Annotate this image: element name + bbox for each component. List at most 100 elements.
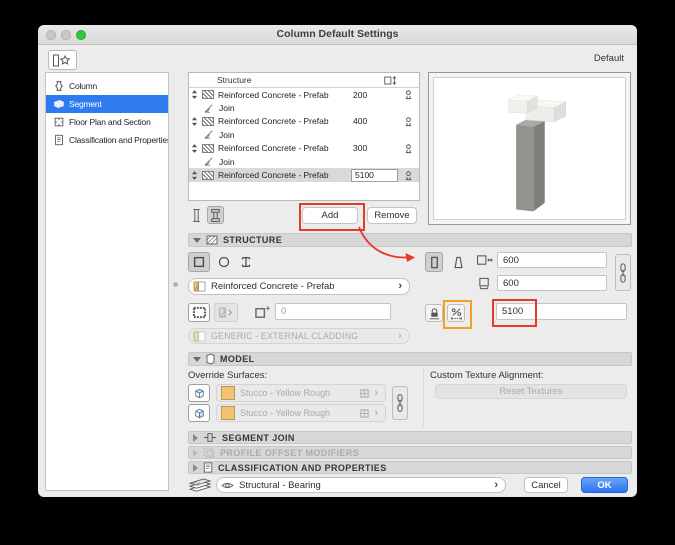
column-preview-image [507,94,567,212]
surface-value: Stucco - Yellow Rough [240,408,331,418]
cube-top-icon [194,388,204,398]
cladding-material-dropdown[interactable]: GENERIC - EXTERNAL CLADDING [188,328,410,344]
sidebar-item-label: Floor Plan and Section [69,117,151,127]
rect-column-button[interactable] [425,252,443,272]
segment-name: Reinforced Concrete - Prefab [218,89,329,100]
tapered-column-icon [453,256,463,268]
ibeam-profile-icon [241,257,251,267]
segment-table-rows: Reinforced Concrete - Prefab 200 Join Reinf… [189,88,419,182]
chevron-icon [398,331,402,342]
settings-sidebar: Column Segment Floor Plan and Section Cl… [45,72,169,491]
column-3d-preview[interactable] [428,72,631,225]
ibeam-profile-button[interactable] [236,252,256,272]
column-width-input[interactable] [497,252,607,268]
surface-top-button[interactable] [188,384,210,402]
core-only-button[interactable] [214,303,238,322]
section-title: MODEL [220,354,255,364]
sidebar-item-label: Segment [69,99,102,109]
join-label: Join [219,129,235,140]
square-profile-icon [193,256,205,268]
texture-icon [360,408,369,418]
join-row[interactable]: Join [189,101,419,114]
chevron-icon [398,281,402,292]
depth-icon [476,277,493,290]
section-title: SEGMENT JOIN [222,432,295,443]
segment-row[interactable]: Reinforced Concrete - Prefab 400 [189,115,419,128]
remove-segment-button[interactable]: Remove [367,207,417,224]
classification-icon [203,462,213,473]
default-label: Default [593,53,624,64]
chevron-icon [374,388,378,399]
disclosure-open-icon [193,356,201,362]
veneer-button[interactable] [188,303,210,322]
segment-height-value[interactable]: 5100 [351,168,398,182]
reset-textures-button[interactable]: Reset Textures [435,384,627,399]
veneer-thickness-input[interactable] [275,303,391,320]
segmented-column-button[interactable] [207,206,224,224]
join-icon [203,156,215,167]
column-depth-input[interactable] [497,275,607,291]
chevron-icon [494,480,498,491]
segment-structure-table[interactable]: Structure Reinforced Concrete - Prefab 20… [188,72,420,201]
classification-section-header[interactable]: CLASSIFICATION AND PROPERTIES [188,461,632,474]
favorites-button[interactable] [48,50,77,70]
layer-dropdown[interactable]: Structural - Bearing [216,477,506,493]
square-profile-button[interactable] [188,252,210,272]
sidebar-item-column[interactable]: Column [46,77,168,95]
structure-section-header[interactable]: STRUCTURE [188,233,632,247]
link-surfaces-button[interactable] [392,386,408,420]
disclosure-closed-icon [193,448,198,457]
pin-icon [401,116,415,127]
link-dimensions-button[interactable] [615,254,631,291]
height-column-icon [383,75,397,86]
layers-icon [188,478,212,493]
cladding-material-chip [193,331,206,342]
veneer-icon [192,306,206,319]
splitter-handle[interactable] [173,282,178,287]
sidebar-item-segment[interactable]: Segment [46,95,168,113]
segment-row[interactable]: Reinforced Concrete - Prefab 200 [189,88,419,101]
plus-square-icon [254,305,271,320]
proportional-height-button[interactable] [447,304,465,322]
classification-icon [52,134,65,147]
ok-button[interactable]: OK [581,477,628,493]
uniform-column-button[interactable] [188,206,205,224]
screen: Column Default Settings Default Column S… [0,0,675,545]
segment-row[interactable]: Reinforced Concrete - Prefab 5100 [189,168,419,182]
add-segment-button[interactable]: Add [302,207,358,224]
segment-join-section-header[interactable]: SEGMENT JOIN [188,431,632,444]
model-section-header[interactable]: MODEL [188,352,632,366]
lock-icon [429,307,439,319]
surface-dropdown-1[interactable]: Stucco - Yellow Rough [216,384,386,402]
segment-join-icon [203,432,217,443]
profile-offset-section-header[interactable]: PROFILE OFFSET MODIFIERS [188,446,632,459]
surface-swatch [221,386,235,400]
pin-icon [401,143,415,154]
panel-divider [423,368,424,426]
surface-side-button[interactable] [188,404,210,422]
floor-plan-icon [52,116,65,129]
chain-link-icon [397,394,403,412]
override-surfaces-label: Override Surfaces: [188,370,268,381]
join-row[interactable]: Join [189,128,419,141]
building-material-value: Reinforced Concrete - Prefab [211,281,335,292]
circle-profile-button[interactable] [214,252,234,272]
join-row[interactable]: Join [189,155,419,168]
texture-icon [360,388,369,398]
sidebar-item-classification[interactable]: Classification and Properties [46,131,168,149]
cancel-button[interactable]: Cancel [524,477,568,493]
circle-profile-icon [218,256,230,268]
tapered-column-button[interactable] [449,252,467,272]
fixed-height-button[interactable] [425,304,443,322]
segment-name: Reinforced Concrete - Prefab [218,170,329,181]
sidebar-item-floor-plan[interactable]: Floor Plan and Section [46,113,168,131]
model-section-icon [206,353,215,365]
building-material-dropdown[interactable]: Reinforced Concrete - Prefab [188,278,410,295]
fill-swatch [202,116,214,126]
segment-height-input[interactable] [496,303,627,320]
building-material-chip [193,281,206,292]
surface-dropdown-2[interactable]: Stucco - Yellow Rough [216,404,386,422]
segment-height-value: 300 [353,143,368,154]
segment-row[interactable]: Reinforced Concrete - Prefab 300 [189,142,419,155]
core-only-icon [219,307,233,318]
